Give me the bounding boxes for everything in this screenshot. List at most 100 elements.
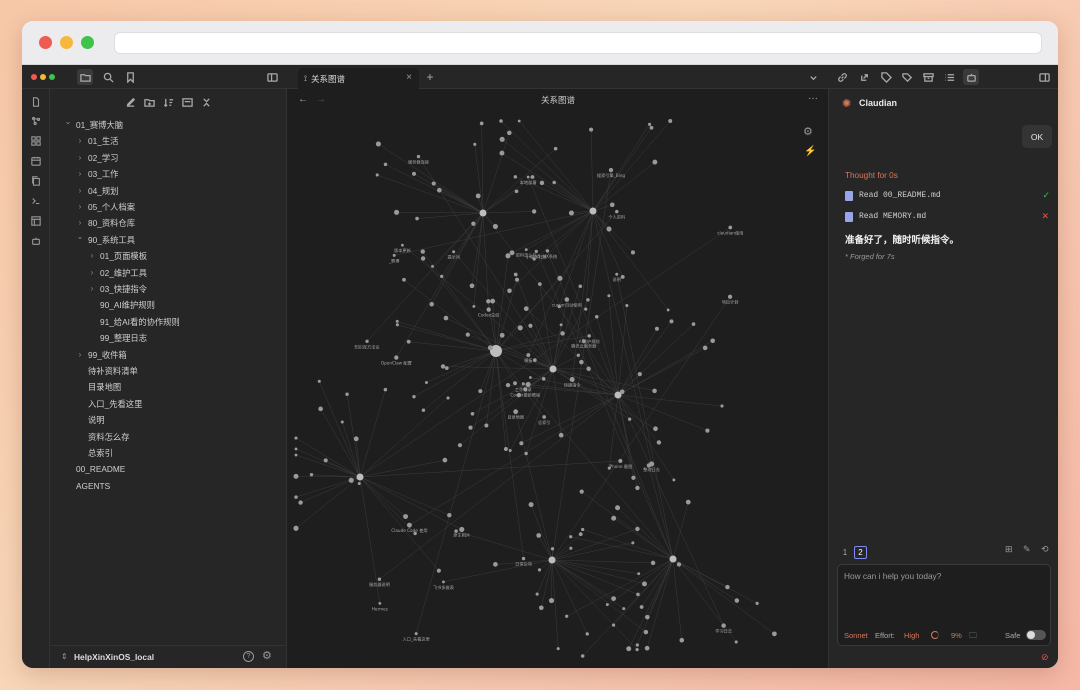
graph-node[interactable] [499,150,505,156]
graph-node[interactable] [454,529,458,533]
graph-node[interactable] [615,505,621,511]
graph-node[interactable] [755,601,759,605]
graph-hub-node[interactable] [548,556,556,564]
graph-node[interactable] [323,458,328,463]
graph-node[interactable] [609,202,615,208]
graph-node[interactable] [523,306,529,312]
graph-node[interactable] [533,358,537,362]
graph-node[interactable] [513,381,517,386]
graph-node[interactable] [383,162,388,167]
graph-node[interactable] [618,458,623,463]
graph-node[interactable] [429,302,434,307]
graph-node[interactable] [607,294,611,298]
graph-node[interactable] [465,332,470,337]
graph-node[interactable] [541,377,546,381]
graph-node[interactable] [637,572,641,576]
graph-node[interactable] [519,441,524,446]
graph-node[interactable] [375,173,379,177]
graph-node[interactable] [421,408,426,412]
graph-node[interactable] [627,417,632,421]
graph-view[interactable]: ← → 关系图谱 ··· ⚙ ⚡ 总索引 _赛博 Codex最新教程 服务器说明 腾讯云… [288,89,828,668]
tags-icon[interactable] [899,69,915,85]
magic-wand-icon[interactable]: ⚡ [804,146,816,157]
chat-input-box[interactable]: How can i help you today? Sonnet Effort:… [837,564,1051,646]
grid-icon[interactable] [29,134,43,148]
graph-node[interactable] [406,522,412,528]
graph-node[interactable] [672,478,676,482]
graph-node[interactable] [608,167,614,173]
folder-attach-icon[interactable]: 🗀 [969,630,977,644]
graph-node[interactable] [436,568,441,573]
graph-node[interactable] [589,127,594,132]
graph-node[interactable] [459,526,465,533]
graph-node[interactable] [584,307,588,311]
graph-node[interactable] [721,623,726,628]
graph-node[interactable] [529,376,532,379]
app-maximize-dot[interactable] [49,74,55,80]
graph-node[interactable] [293,473,299,479]
graph-node[interactable] [685,499,691,505]
graph-node[interactable] [653,426,658,432]
graph-node[interactable] [587,334,591,338]
graph-node[interactable] [513,272,518,277]
graph-node[interactable] [392,253,396,257]
graph-node[interactable] [499,136,505,142]
graph-node[interactable] [472,304,476,308]
graph-node[interactable] [532,257,536,261]
file-icon[interactable] [29,95,43,109]
graph-node[interactable] [564,297,570,302]
list-icon[interactable] [941,69,957,85]
graph-canvas[interactable]: 总索引_赛博Codex最新教程服务器说明腾讯云服务器原生相片搜索引擎_Bing5… [288,111,788,666]
graph-node[interactable] [394,355,399,360]
graph-node[interactable] [669,319,674,324]
back-arrow-icon[interactable]: ← [298,94,308,105]
graph-node[interactable] [535,592,539,596]
graph-node[interactable] [635,526,640,532]
graph-node[interactable] [440,364,446,369]
graph-node[interactable] [415,216,419,221]
edit-icon[interactable]: ✎ [1023,544,1031,555]
chevron-right-icon[interactable]: › [76,216,84,230]
collapse-all-icon[interactable] [198,94,214,110]
new-note-icon[interactable] [122,94,138,110]
graph-node[interactable] [645,614,650,620]
graph-node[interactable] [309,472,314,477]
graph-node[interactable] [641,581,647,587]
graph-node[interactable] [479,121,484,126]
graph-node[interactable] [594,315,599,319]
graph-node[interactable] [569,546,573,550]
graph-node[interactable] [470,411,475,416]
graph-node[interactable] [615,209,619,214]
graph-node[interactable] [650,560,656,566]
graph-node[interactable] [557,304,561,309]
graph-node[interactable] [413,531,417,536]
status-error-icon[interactable]: ⊘ [1041,652,1049,663]
graph-node[interactable] [294,447,298,451]
graph-node[interactable] [493,562,498,567]
graph-node[interactable] [516,392,522,398]
graph-node[interactable] [514,189,519,194]
graph-node[interactable] [377,577,382,581]
graph-node[interactable] [720,404,724,408]
graph-node[interactable] [611,623,616,627]
graph-node[interactable] [340,420,344,424]
graph-node[interactable] [637,371,642,377]
graph-node[interactable] [293,525,299,531]
graph-node[interactable] [539,180,545,186]
conversation-tab-1[interactable]: 1 [839,546,851,559]
graph-node[interactable] [652,159,658,165]
graph-node[interactable] [553,146,558,151]
graph-node[interactable] [411,171,417,176]
robot-icon[interactable] [29,234,43,248]
graph-node[interactable] [644,645,650,651]
graph-node[interactable] [490,298,496,304]
settings-icon[interactable]: ⚙ [262,649,272,662]
chevron-right-icon[interactable]: › [76,167,84,181]
model-selector[interactable]: Sonnet [844,631,868,640]
graph-node[interactable] [772,631,777,637]
graph-node[interactable] [486,307,491,312]
graph-node[interactable] [725,584,730,590]
history-icon[interactable]: ⟲ [1041,544,1049,555]
graph-node[interactable] [505,382,511,388]
graph-view-icon[interactable] [29,114,43,128]
